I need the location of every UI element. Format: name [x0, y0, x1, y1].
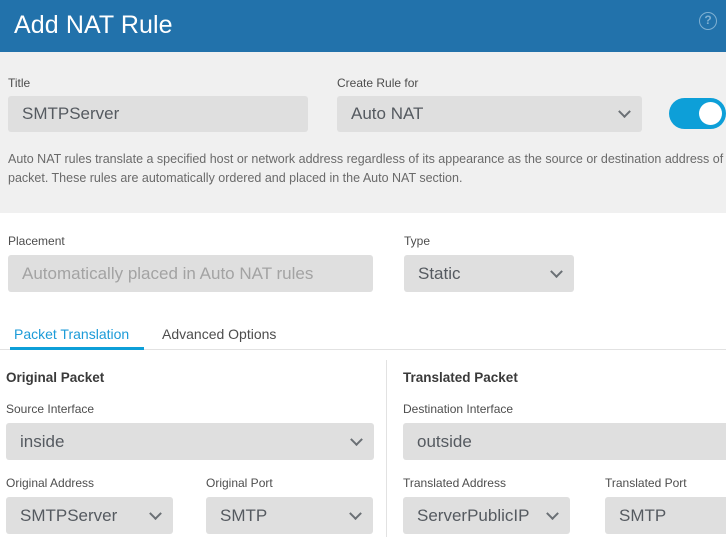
destination-interface-label: Destination Interface: [403, 402, 514, 416]
placement-label: Placement: [8, 234, 65, 248]
tab-bar: Packet Translation Advanced Options: [0, 320, 726, 350]
help-circle-icon[interactable]: ?: [699, 12, 717, 30]
chevron-down-icon: [550, 264, 563, 278]
translated-port-select[interactable]: SMTP: [605, 497, 726, 534]
original-address-label: Original Address: [6, 476, 95, 490]
placement-input: Automatically placed in Auto NAT rules: [8, 255, 373, 292]
create-rule-for-label: Create Rule for: [337, 76, 419, 90]
chevron-down-icon: [546, 506, 559, 520]
rule-enabled-toggle[interactable]: [669, 98, 726, 129]
tab-advanced-options[interactable]: Advanced Options: [162, 320, 276, 348]
title-input[interactable]: SMTPServer: [8, 96, 308, 132]
create-rule-for-select[interactable]: Auto NAT: [337, 96, 642, 132]
create-rule-for-value: Auto NAT: [351, 104, 424, 123]
panel-divider: [386, 360, 387, 537]
page-title: Add NAT Rule: [14, 11, 173, 39]
original-port-value: SMTP: [220, 505, 268, 525]
dialog-header: Add NAT Rule ?: [0, 0, 726, 52]
type-select[interactable]: Static: [404, 255, 574, 292]
original-address-select[interactable]: SMTPServer: [6, 497, 173, 534]
destination-interface-select[interactable]: outside: [403, 423, 726, 460]
original-address-value: SMTPServer: [20, 505, 118, 525]
rule-description-text: Auto NAT rules translate a specified hos…: [8, 152, 726, 185]
source-interface-label: Source Interface: [6, 402, 95, 416]
translated-address-label: Translated Address: [403, 476, 506, 490]
translated-port-label: Translated Port: [605, 476, 687, 490]
chevron-down-icon: [350, 432, 363, 446]
original-port-label: Original Port: [206, 476, 273, 490]
title-label: Title: [8, 76, 31, 90]
translated-address-value: ServerPublicIP: [417, 505, 530, 525]
translated-packet-heading: Translated Packet: [403, 370, 518, 385]
destination-interface-value: outside: [417, 431, 472, 451]
tab-packet-translation[interactable]: Packet Translation: [14, 320, 129, 348]
source-interface-value: inside: [20, 431, 65, 451]
translated-address-select[interactable]: ServerPublicIP: [403, 497, 570, 534]
chevron-down-icon: [618, 105, 631, 119]
translated-port-value: SMTP: [619, 505, 667, 525]
original-packet-heading: Original Packet: [6, 370, 105, 385]
add-nat-rule-dialog: Add NAT Rule ? Title SMTPServer Create R…: [0, 0, 726, 537]
chevron-down-icon: [349, 506, 362, 520]
source-interface-select[interactable]: inside: [6, 423, 374, 460]
type-label: Type: [404, 234, 431, 248]
chevron-down-icon: [149, 506, 162, 520]
type-value: Static: [418, 263, 461, 283]
active-tab-indicator: [10, 347, 144, 350]
original-port-select[interactable]: SMTP: [206, 497, 373, 534]
toggle-knob: [699, 102, 722, 125]
